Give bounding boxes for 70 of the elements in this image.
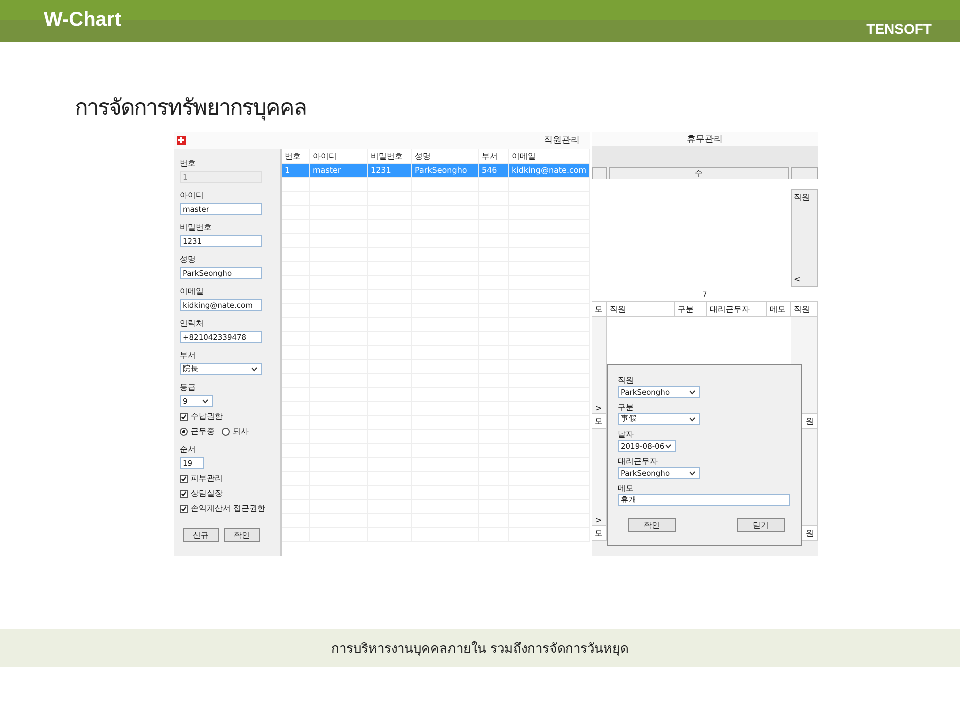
table-cell: 1 bbox=[282, 164, 310, 177]
window-title: 직원관리 bbox=[544, 135, 580, 147]
checkbox-label: 수납권한 bbox=[191, 411, 223, 422]
slide-heading: การจัดการทรัพยากรบุคคล bbox=[75, 95, 307, 120]
dropdown-caret-icon bbox=[689, 416, 696, 422]
column-header[interactable]: 부서 bbox=[479, 149, 509, 163]
field-label: 날자 bbox=[618, 429, 635, 440]
dropdown-caret-icon bbox=[689, 390, 696, 394]
expand-arrow[interactable]: > bbox=[592, 404, 606, 413]
dropdown-caret-icon bbox=[689, 470, 696, 476]
radio-button[interactable] bbox=[180, 428, 188, 436]
field-label: 연락처 bbox=[180, 318, 205, 329]
table-cell: ParkSeongho bbox=[412, 164, 479, 177]
scroll-left-arrow[interactable]: < bbox=[794, 275, 815, 284]
field-label: 구분 bbox=[618, 402, 635, 413]
table-cell: kidking@nate.com bbox=[509, 164, 590, 177]
table-cell: master bbox=[310, 164, 368, 177]
radio-button[interactable] bbox=[222, 428, 230, 436]
panel-label: 직원 bbox=[794, 192, 811, 203]
field-label: 등급 bbox=[180, 382, 197, 393]
column-header[interactable]: 아이디 bbox=[310, 149, 368, 163]
dialog-button[interactable]: 확인 bbox=[628, 518, 676, 532]
column-header: 직원 bbox=[607, 302, 675, 316]
slide-caption: การบริหารงานบุคคลภายใน รวมถึงการจัดการวันหยุด bbox=[331, 640, 629, 658]
weekday-header: 수 bbox=[609, 167, 789, 180]
column-header: 모 bbox=[592, 302, 607, 316]
checkbox-label: 손익계산서 접근권한 bbox=[191, 503, 266, 514]
form-button[interactable]: 확인 bbox=[224, 528, 260, 542]
checkmark-icon bbox=[181, 490, 187, 496]
dropdown-caret-icon bbox=[202, 398, 209, 404]
field-label: 메모 bbox=[618, 483, 635, 494]
checkbox[interactable] bbox=[180, 412, 188, 420]
column-header[interactable]: 비밀번호 bbox=[368, 149, 412, 163]
column-header[interactable]: 번호 bbox=[282, 149, 310, 163]
window-title: 휴무관리 bbox=[687, 134, 723, 146]
field-label: 직원 bbox=[618, 375, 635, 386]
field-label: 대리근무자 bbox=[618, 456, 659, 467]
field-label: 성명 bbox=[180, 254, 197, 265]
checkbox[interactable] bbox=[180, 490, 188, 498]
radio-label: 퇴사 bbox=[233, 426, 249, 437]
app-title: W-Chart bbox=[44, 9, 122, 32]
checkbox[interactable] bbox=[180, 504, 188, 512]
brand-name: TENSOFT bbox=[866, 21, 932, 37]
field-label: 아이디 bbox=[180, 190, 205, 201]
column-header[interactable]: 이메일 bbox=[509, 149, 590, 163]
checkmark-icon bbox=[181, 506, 187, 512]
column-header: 직원 bbox=[791, 302, 818, 316]
dialog-button[interactable]: 닫기 bbox=[737, 518, 785, 532]
checkmark-icon bbox=[181, 476, 187, 482]
form-button[interactable]: 신규 bbox=[183, 528, 219, 542]
column-header: 메모 bbox=[767, 302, 791, 316]
field-label: 순서 bbox=[180, 444, 197, 455]
checkmark-icon bbox=[181, 414, 187, 420]
column-header[interactable]: 성명 bbox=[412, 149, 479, 163]
column-header: 구분 bbox=[675, 302, 707, 316]
expand-arrow[interactable]: > bbox=[592, 516, 606, 525]
column-header: 대리근무자 bbox=[707, 302, 767, 316]
checkbox-label: 상담실장 bbox=[191, 488, 223, 499]
table-cell: 546 bbox=[479, 164, 509, 177]
dropdown-caret-icon bbox=[665, 444, 672, 448]
field-label: 비밀번호 bbox=[180, 222, 213, 233]
field-label: 부서 bbox=[180, 350, 197, 361]
radio-label: 근무중 bbox=[191, 426, 215, 437]
field-label: 이메일 bbox=[180, 286, 205, 297]
dropdown-caret-icon bbox=[251, 366, 258, 372]
checkbox-label: 피부관리 bbox=[191, 473, 223, 484]
table-cell: 1231 bbox=[368, 164, 412, 177]
checkbox[interactable] bbox=[180, 474, 188, 482]
field-label: 번호 bbox=[180, 158, 197, 169]
cross-icon bbox=[177, 136, 186, 145]
